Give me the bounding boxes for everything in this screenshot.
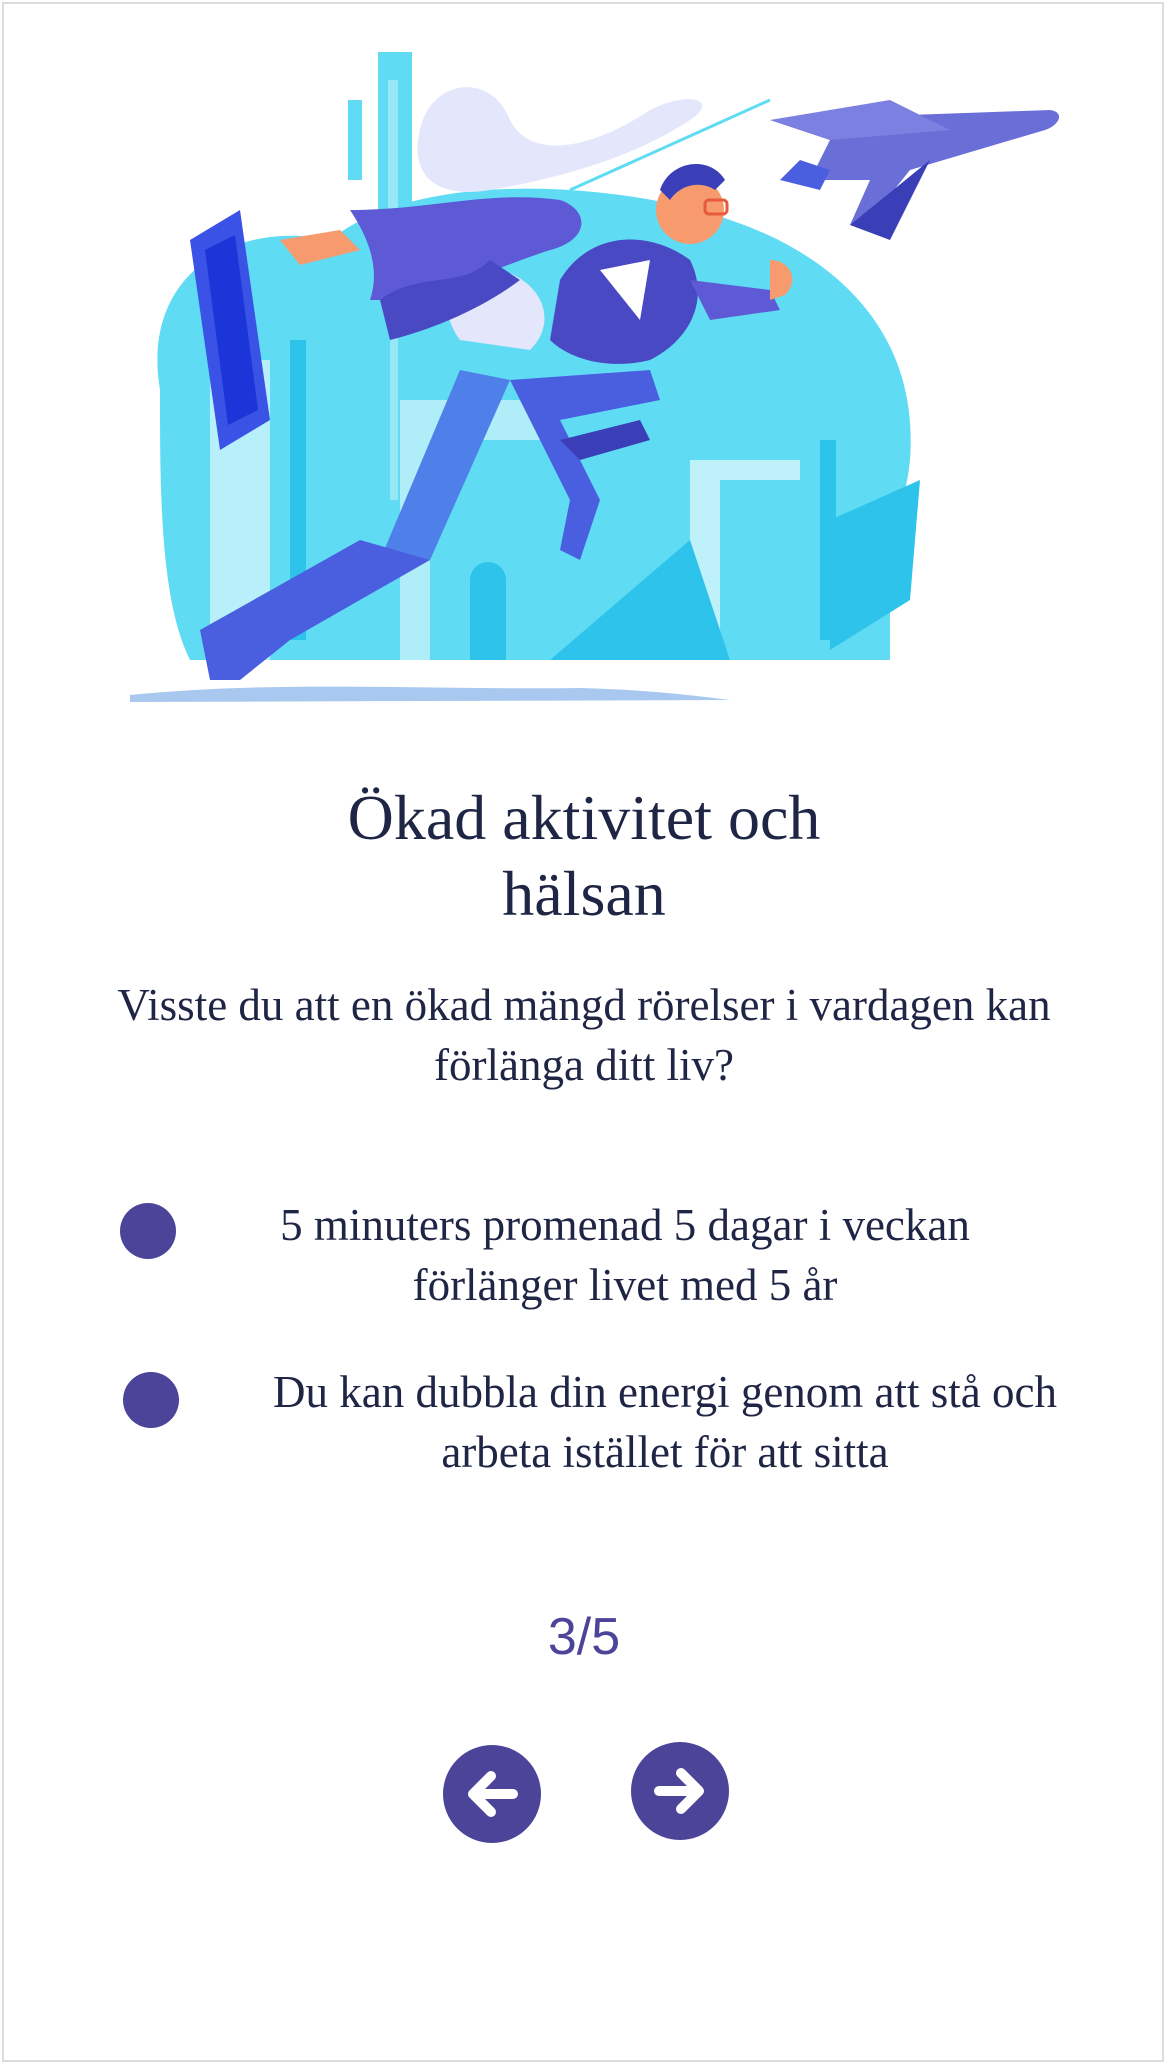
- slide-title-line1: Ökad aktivitet och: [347, 782, 821, 853]
- arrow-right-icon: [654, 1768, 704, 1814]
- fact-text: Du kan dubbla din energi genom att stå o…: [273, 1367, 1057, 1477]
- cloud-shape: [417, 87, 703, 192]
- bullet-dot-icon: [123, 1372, 179, 1428]
- next-button[interactable]: [631, 1742, 729, 1840]
- ground-shadow: [130, 686, 730, 702]
- slide-title: Ökad aktivitet och hälsan: [0, 780, 1168, 932]
- fact-text: 5 minuters promenad 5 dagar i veckan för…: [280, 1200, 970, 1310]
- arrow-left-icon: [468, 1771, 518, 1817]
- slide-counter: 3/5: [547, 1608, 621, 1666]
- slide-title-line2: hälsan: [502, 858, 666, 929]
- previous-button[interactable]: [443, 1745, 541, 1843]
- hero-illustration: [130, 52, 1060, 702]
- airplane-icon: [770, 100, 1060, 240]
- bullet-dot-icon: [120, 1203, 176, 1259]
- slide-intro: Visste du att en ökad mängd rörelser i v…: [117, 980, 1051, 1090]
